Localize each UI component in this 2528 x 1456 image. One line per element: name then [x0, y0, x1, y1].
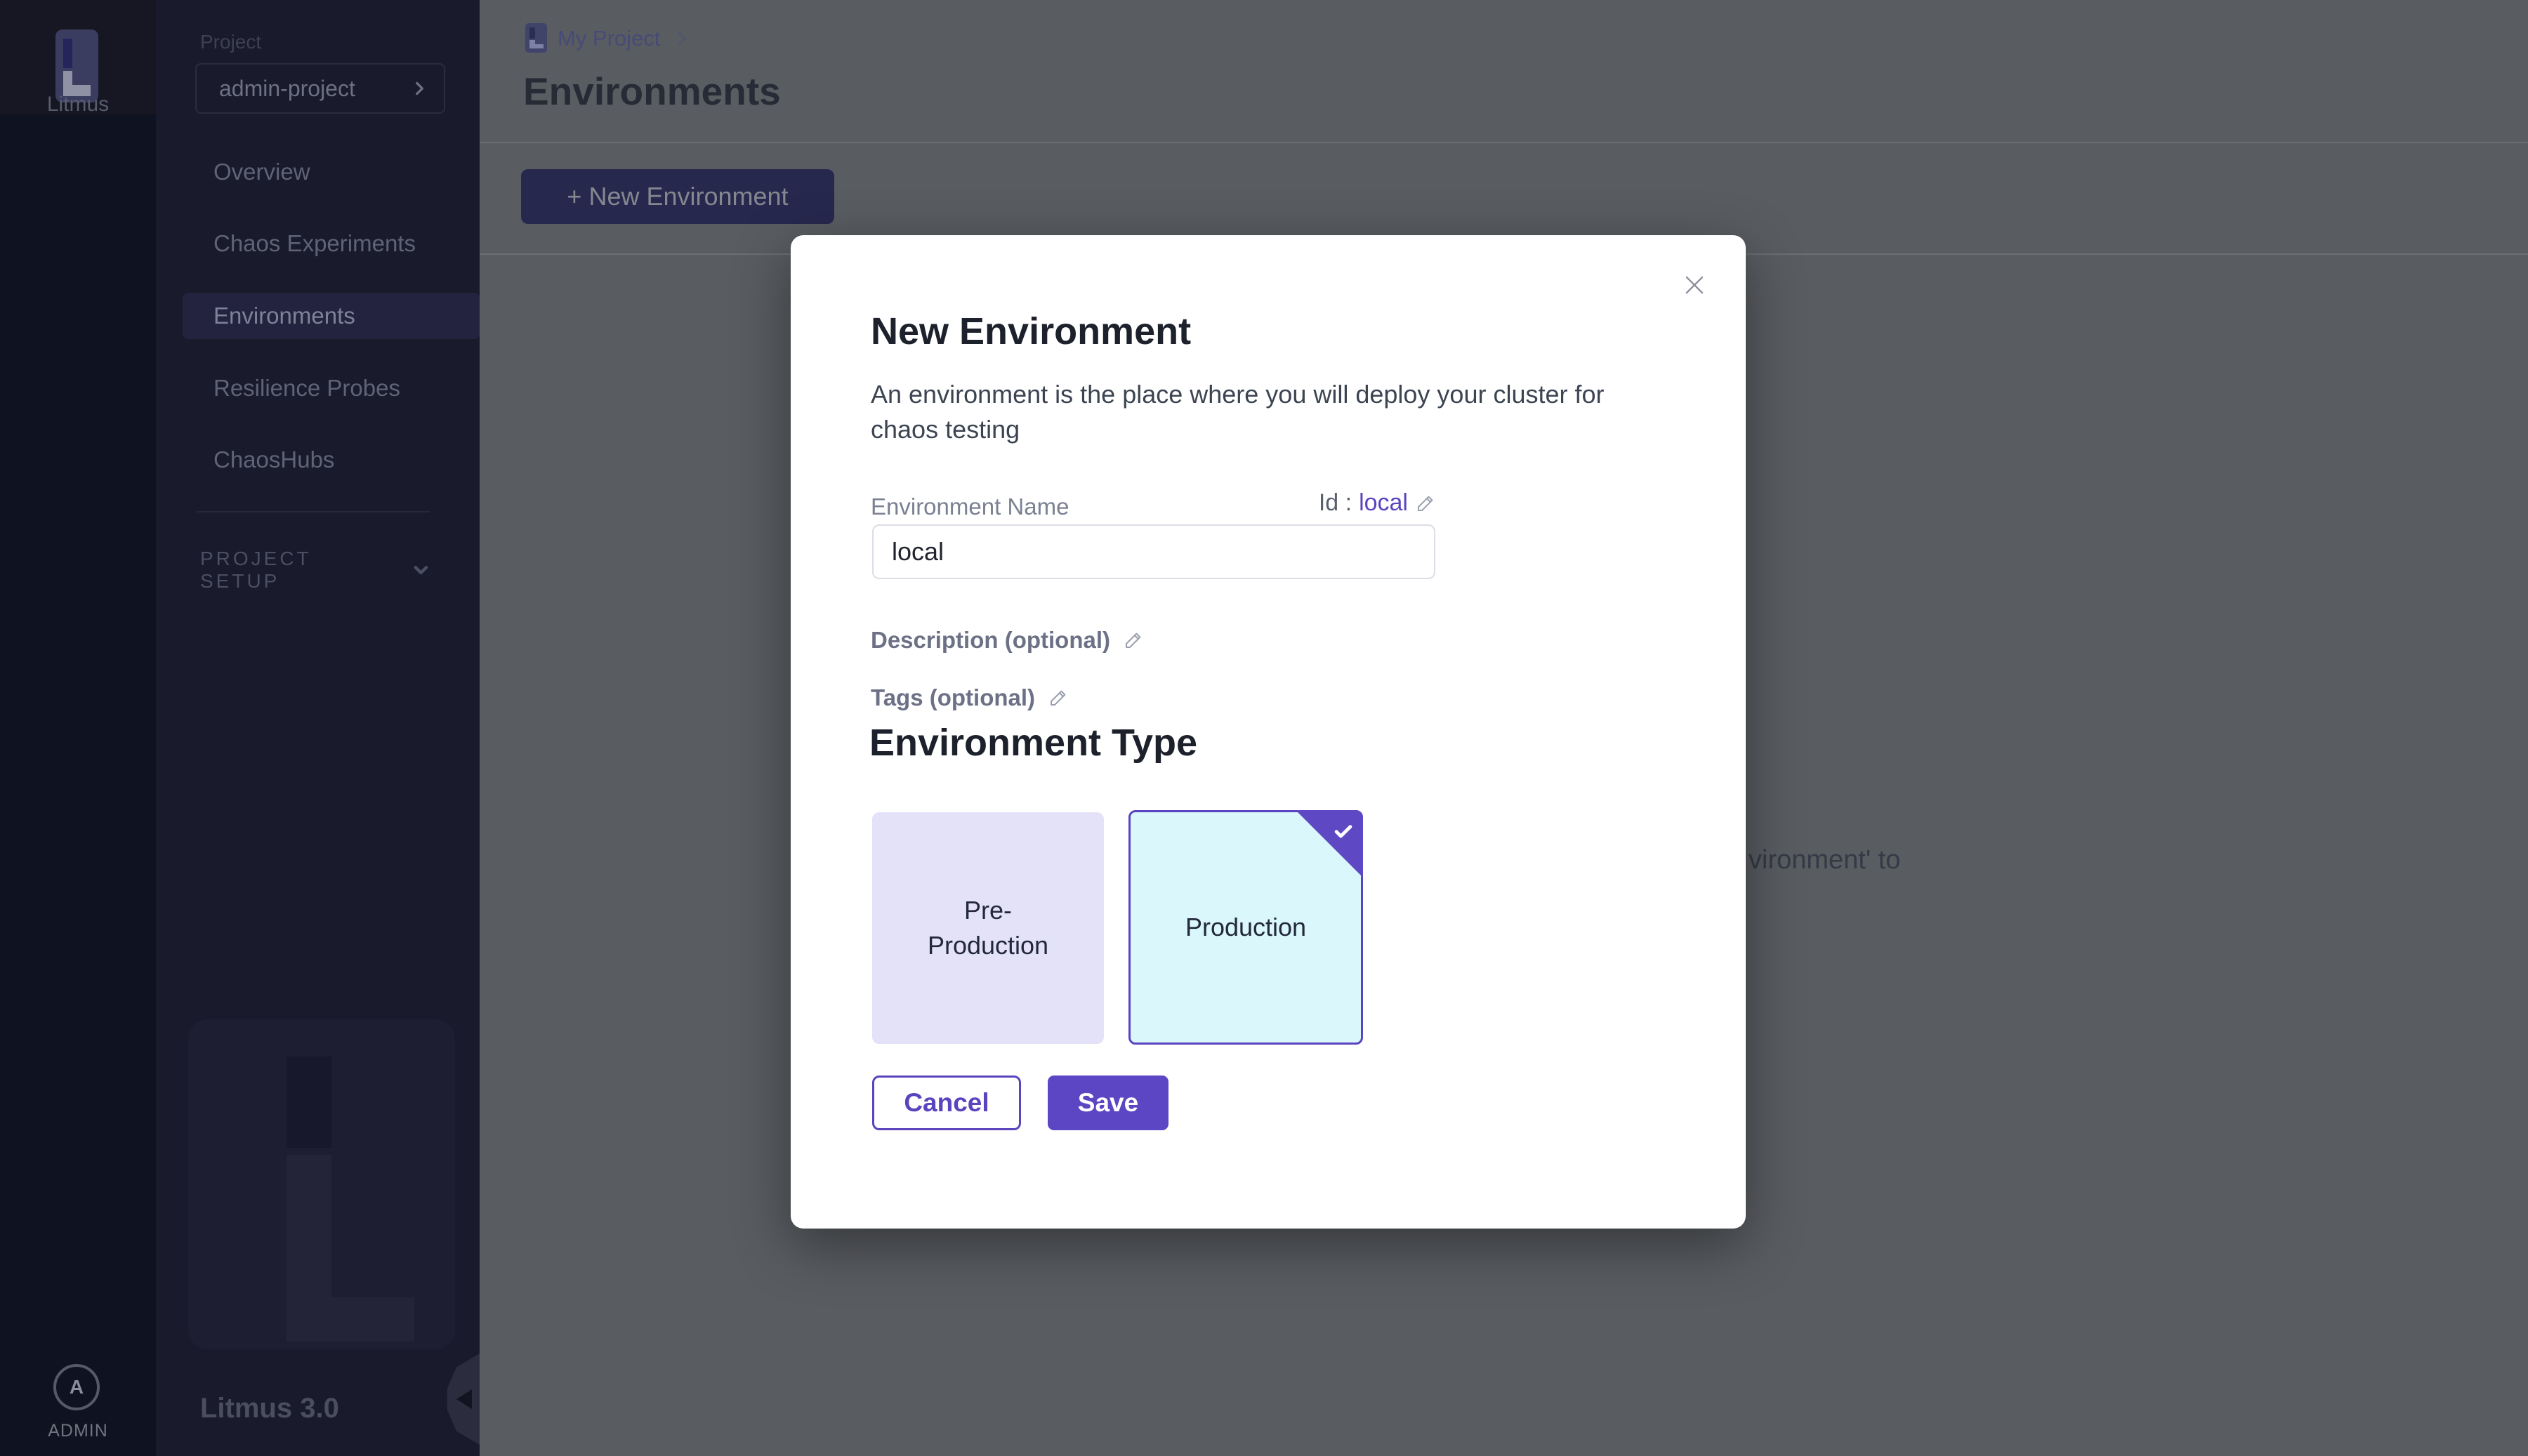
- sidebar-item-label: Resilience Probes: [213, 375, 400, 402]
- type-card-production[interactable]: Production: [1128, 810, 1363, 1045]
- breadcrumb-chevron-icon: [673, 28, 691, 53]
- project-setup-label: PROJECT SETUP: [200, 548, 392, 593]
- logo-segment: [331, 1297, 414, 1342]
- collapse-sidebar-icon: [456, 1389, 472, 1409]
- sidebar-item-environments[interactable]: Environments: [183, 293, 480, 339]
- project-setup-toggle[interactable]: PROJECT SETUP: [200, 548, 432, 593]
- sidebar-item-resilience-probes[interactable]: Resilience Probes: [183, 365, 480, 411]
- new-environment-button-label: + New Environment: [567, 182, 788, 211]
- logo-segment: [529, 40, 535, 48]
- sidebar-item-chaoshubs[interactable]: ChaosHubs: [183, 437, 480, 483]
- type-card-label: Production: [1185, 913, 1306, 942]
- id-label: Id :: [1319, 489, 1352, 517]
- tags-optional-label: Tags (optional): [871, 684, 1035, 711]
- logo-segment: [63, 39, 72, 68]
- chevron-right-icon: [410, 79, 428, 98]
- logo-segment: [535, 44, 544, 48]
- close-icon[interactable]: [1678, 268, 1711, 302]
- logo-segment: [529, 27, 535, 39]
- left-rail: [0, 0, 156, 1456]
- avatar[interactable]: A: [53, 1364, 100, 1410]
- modal-description: An environment is the place where you wi…: [871, 377, 1654, 447]
- logo-segment: [287, 1057, 331, 1148]
- save-button-label: Save: [1078, 1088, 1138, 1118]
- sidebar-item-overview[interactable]: Overview: [183, 149, 480, 195]
- sidebar-item-label: ChaosHubs: [213, 446, 334, 473]
- page-title: Environments: [523, 69, 781, 114]
- save-button[interactable]: Save: [1048, 1076, 1168, 1130]
- cancel-button[interactable]: Cancel: [872, 1076, 1021, 1130]
- sidebar-item-label: Chaos Experiments: [213, 230, 416, 257]
- edit-description-pencil-icon[interactable]: [1123, 630, 1144, 651]
- cancel-button-label: Cancel: [904, 1088, 989, 1118]
- sidebar-item-chaos-experiments[interactable]: Chaos Experiments: [183, 220, 480, 267]
- tags-optional-row: Tags (optional): [871, 684, 1069, 711]
- new-environment-modal: New Environment An environment is the pl…: [791, 235, 1746, 1229]
- type-card-pre-production[interactable]: Pre-Production: [872, 812, 1104, 1044]
- breadcrumb[interactable]: My Project: [558, 26, 660, 51]
- brand-label: Litmus: [0, 93, 156, 117]
- new-environment-button[interactable]: + New Environment: [521, 169, 834, 224]
- description-optional-label: Description (optional): [871, 627, 1110, 654]
- sidebar-item-label: Overview: [213, 159, 310, 185]
- empty-state-text-fragment: vironment' to: [1749, 845, 1900, 875]
- sidebar-item-label: Environments: [213, 303, 355, 329]
- logo-segment: [287, 1155, 331, 1342]
- litmus-watermark-logo: [188, 1019, 455, 1349]
- version-label: Litmus 3.0: [200, 1393, 339, 1424]
- litmus-logo-icon[interactable]: [55, 29, 98, 102]
- id-value[interactable]: local: [1359, 489, 1408, 517]
- header-divider: [480, 142, 2528, 143]
- chevron-down-icon: [410, 559, 432, 581]
- check-icon: [1331, 819, 1355, 849]
- user-role-label: ADMIN: [0, 1421, 156, 1441]
- type-card-label: Pre-Production: [925, 893, 1051, 963]
- project-name: admin-project: [219, 76, 355, 102]
- environment-name-input[interactable]: [872, 524, 1435, 579]
- edit-id-pencil-icon[interactable]: [1415, 493, 1436, 514]
- environment-id-group: Id : local: [1319, 489, 1436, 517]
- environment-type-heading: Environment Type: [869, 721, 1197, 765]
- edit-tags-pencil-icon[interactable]: [1048, 687, 1069, 708]
- modal-title: New Environment: [871, 310, 1191, 353]
- description-optional-row: Description (optional): [871, 627, 1144, 654]
- breadcrumb-logo-icon: [525, 23, 547, 53]
- avatar-initial: A: [70, 1376, 84, 1398]
- sidebar-divider: [197, 511, 430, 512]
- project-selector[interactable]: admin-project: [195, 63, 445, 114]
- app-root: Litmus A ADMIN Project admin-project Ove…: [0, 0, 2528, 1456]
- environment-name-label: Environment Name: [871, 494, 1069, 520]
- project-label: Project: [200, 31, 261, 53]
